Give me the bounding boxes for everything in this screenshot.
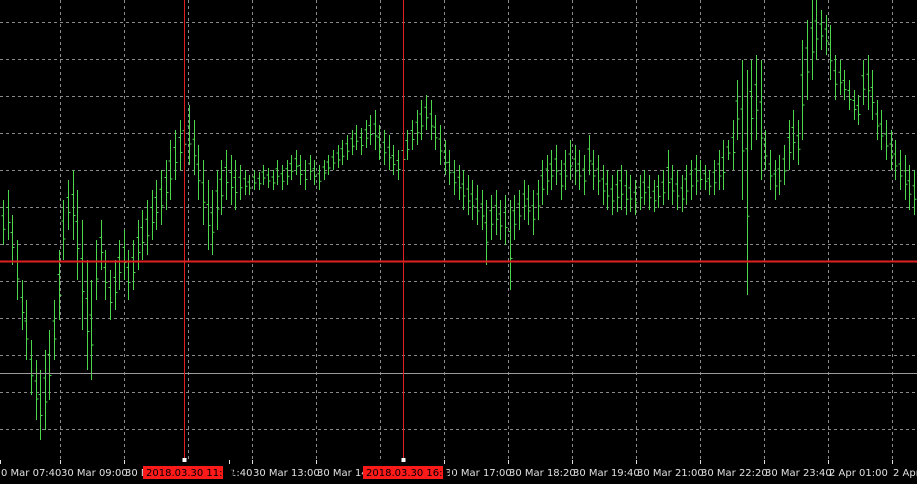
price-chart[interactable]: 0 Mar 07:40 30 Mar 09:00 30 M 1:40 30 Mar 13…: [0, 0, 917, 484]
x-axis-label: 30 Mar 19:40: [573, 468, 640, 479]
x-axis-label: 2 Apr 01:00: [829, 468, 888, 479]
x-axis-label: 30 Mar 21:00: [637, 468, 704, 479]
x-axis-label: 30 Mar 18:20: [509, 468, 576, 479]
x-axis-label: 30 Mar 13:00: [253, 468, 320, 479]
x-axis-label: 30 Mar 23:40: [765, 468, 832, 479]
x-axis-label: 30 Mar 22:20: [701, 468, 768, 479]
x-axis-label: 0 Mar 07:40: [1, 468, 61, 479]
vertical-marker-handle: [401, 458, 406, 462]
x-axis-label: 2 Apr 0: [893, 468, 917, 479]
vertical-marker-handle: [182, 458, 187, 462]
chart-background: [0, 0, 917, 484]
x-axis-label: 30 Mar 09:00: [61, 468, 128, 479]
marker-date-label: 2018.03.30 16:10: [366, 468, 455, 479]
marker-date-label: 2018.03.30 11:35: [146, 468, 235, 479]
chart-svg[interactable]: 0 Mar 07:40 30 Mar 09:0030 M 1:40 30 Mar 13…: [0, 0, 917, 484]
